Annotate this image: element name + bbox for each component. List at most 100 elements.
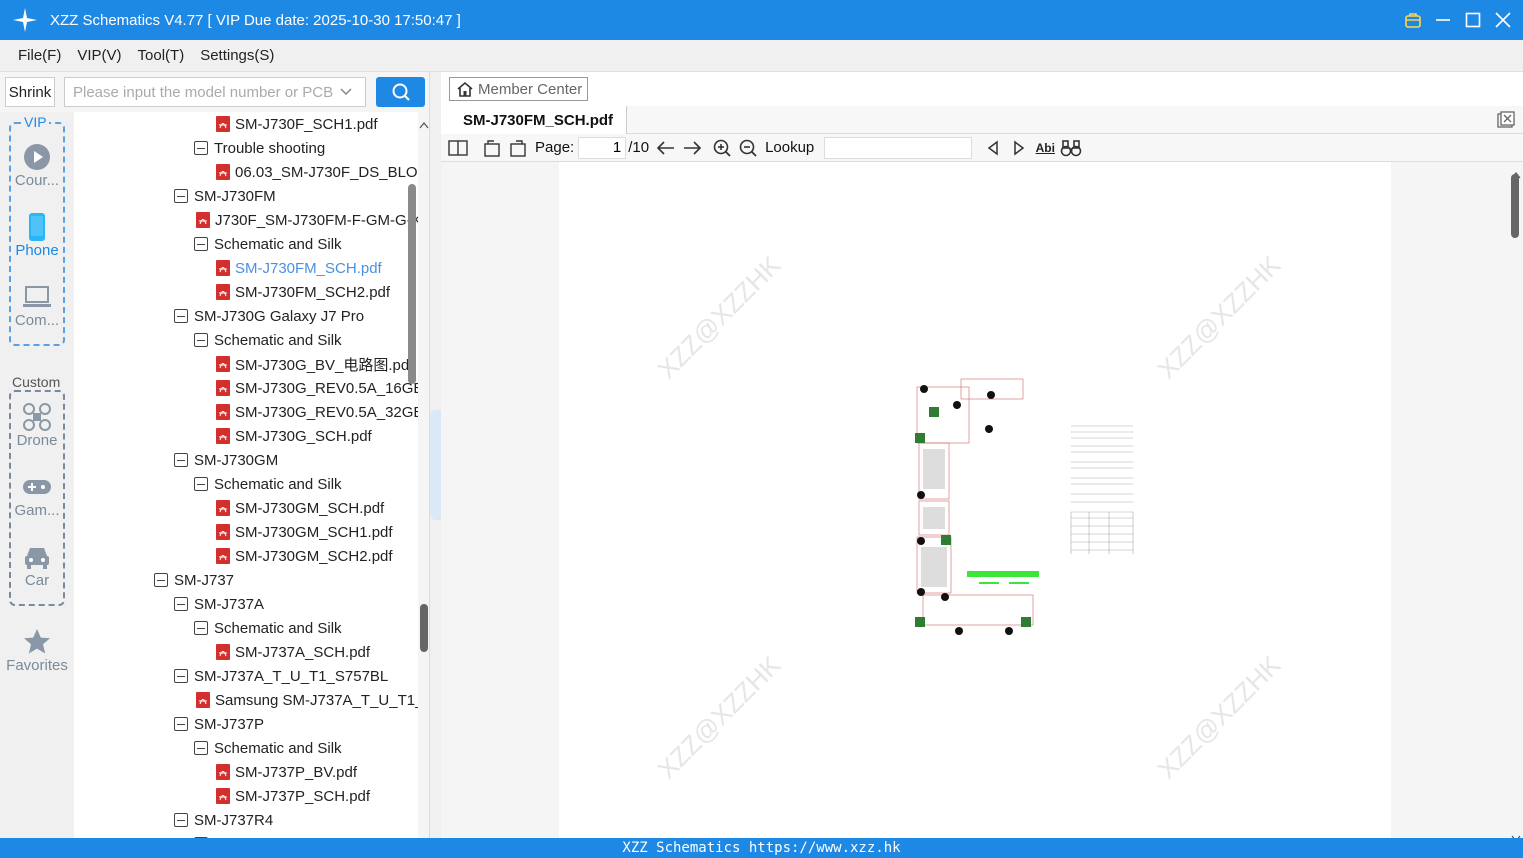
match-case-icon[interactable]: Abi: [1032, 136, 1058, 160]
tree-folder-item[interactable]: SM-J730G Galaxy J7 Pro: [174, 304, 364, 328]
close-button[interactable]: [1493, 10, 1513, 30]
tree-item-label: SM-J737R4: [194, 811, 274, 829]
tree-file-item[interactable]: SM-J730G_REV0.5A_32GB_: [216, 400, 418, 424]
menu-file[interactable]: File(F): [10, 47, 69, 64]
tree-file-item[interactable]: SM-J730FM_SCH2.pdf: [216, 280, 390, 304]
tree-folder-item[interactable]: SM-J737A: [174, 592, 264, 616]
minimize-button[interactable]: [1433, 10, 1453, 30]
tree-file-item[interactable]: SM-J737A_SCH.pdf: [216, 640, 370, 664]
tab-document[interactable]: SM-J730FM_SCH.pdf: [441, 106, 627, 134]
status-bar: XZZ Schematics https://www.xzz.hk: [0, 838, 1523, 858]
collapse-icon[interactable]: [174, 309, 188, 323]
left-panel: Shrink VIP Cour... Phone Com...: [0, 72, 430, 838]
collapse-icon[interactable]: [174, 597, 188, 611]
tree-file-item[interactable]: SM-J730G_REV0.5A_16GB_: [216, 376, 418, 400]
vip-label: VIP: [22, 114, 49, 130]
close-tabs-icon[interactable]: [1497, 111, 1515, 129]
tree-folder-item[interactable]: SM-J737R4: [174, 808, 273, 832]
category-car[interactable]: Car: [0, 542, 74, 589]
pdf-viewer[interactable]: XZZ@XZZHK XZZ@XZZHK XZZ@XZZHK XZZ@XZZHK: [441, 162, 1523, 838]
find-next-icon[interactable]: [1006, 136, 1032, 160]
tree-file-item[interactable]: SM-J730G_SCH.pdf: [216, 424, 372, 448]
tree-folder-item[interactable]: SM-J730FM: [174, 184, 276, 208]
sidebar-toggle-icon[interactable]: [445, 136, 471, 160]
find-previous-icon[interactable]: [980, 136, 1006, 160]
lookup-input[interactable]: [824, 136, 973, 159]
tree-file-item[interactable]: SM-J737P_BV.pdf: [216, 760, 357, 784]
tree-item-label: Samsung SM-J737A_T_U_T1_: [215, 691, 418, 709]
tree-file-item[interactable]: SM-J730GM_SCH.pdf: [216, 496, 384, 520]
pdf-file-icon: [216, 380, 230, 396]
menu-tool[interactable]: Tool(T): [130, 47, 193, 64]
tree-folder-item[interactable]: Schematic and Silk: [194, 616, 342, 640]
collapse-icon[interactable]: [194, 141, 208, 155]
tree-file-item[interactable]: SM-J730G_BV_电路图.pdf: [216, 352, 413, 376]
tree-item-label: SM-J737P_BV.pdf: [235, 763, 358, 781]
laptop-icon: [0, 282, 74, 312]
tree-folder-item[interactable]: SM-J737P: [174, 712, 264, 736]
collapse-icon[interactable]: [194, 237, 208, 251]
shrink-button[interactable]: Shrink: [5, 77, 55, 107]
tree-file-item[interactable]: Samsung SM-J737A_T_U_T1_: [196, 688, 418, 712]
tree-folder-item[interactable]: Schematic and Silk: [194, 328, 342, 352]
category-computer[interactable]: Com...: [0, 282, 74, 329]
panel-scrollbar-thumb[interactable]: [420, 604, 428, 652]
collapse-icon[interactable]: [194, 621, 208, 635]
collapse-icon[interactable]: [194, 477, 208, 491]
tree-file-item[interactable]: J730F_SM-J730FM-F-GM-G-K: [196, 208, 418, 232]
tree-item-label: SM-J730FM: [194, 187, 276, 205]
category-drone[interactable]: Drone: [0, 402, 74, 449]
category-phone[interactable]: Phone: [0, 212, 74, 259]
tree-folder-item[interactable]: SM-J737: [154, 568, 234, 592]
collapse-icon[interactable]: [154, 573, 168, 587]
tree-folder-item[interactable]: Schematic and Silk: [194, 232, 342, 256]
vip-bag-icon[interactable]: [1403, 10, 1423, 30]
scroll-up-icon[interactable]: [419, 116, 429, 133]
collapse-icon[interactable]: [194, 741, 208, 755]
tree-folder-item[interactable]: Schematic and Silk: [194, 472, 342, 496]
member-center-button[interactable]: Member Center: [449, 77, 588, 101]
search-combo[interactable]: [64, 77, 366, 107]
viewer-toolbar: Page: /10 Lookup Abi: [441, 134, 1523, 162]
menu-settings[interactable]: Settings(S): [192, 47, 282, 64]
category-car-label: Car: [24, 572, 50, 589]
viewer-scrollbar-thumb[interactable]: [1511, 174, 1519, 238]
tree-item-label: Schematic and Silk: [214, 739, 342, 757]
zoom-out-icon[interactable]: [735, 136, 761, 160]
binoculars-icon[interactable]: [1058, 136, 1084, 160]
tree-file-item[interactable]: SM-J730GM_SCH1.pdf: [216, 520, 393, 544]
tree-file-item[interactable]: SM-J737P_SCH.pdf: [216, 784, 370, 808]
collapse-icon[interactable]: [174, 453, 188, 467]
collapse-icon[interactable]: [174, 717, 188, 731]
tree-file-item[interactable]: SM-J730F_SCH1.pdf: [216, 112, 378, 136]
tree-file-item[interactable]: SM-J730FM_SCH.pdf: [216, 256, 382, 280]
category-favorites[interactable]: Favorites: [0, 627, 74, 674]
viewer-scroll-down-icon[interactable]: [1511, 830, 1521, 838]
prev-page-icon[interactable]: [653, 136, 679, 160]
collapse-icon[interactable]: [174, 189, 188, 203]
rotate-right-icon[interactable]: [505, 136, 531, 160]
search-input[interactable]: [73, 83, 335, 101]
collapse-icon[interactable]: [174, 813, 188, 827]
pdf-file-icon: [216, 500, 230, 516]
tree-folder-item[interactable]: SM-J730GM: [174, 448, 278, 472]
tree-scrollbar-thumb[interactable]: [408, 184, 416, 384]
tree-folder-item[interactable]: Schematic and Silk: [194, 736, 342, 760]
collapse-icon[interactable]: [194, 333, 208, 347]
phone-icon: [0, 212, 74, 242]
chevron-down-icon[interactable]: [335, 87, 357, 97]
tree-file-item[interactable]: 06.03_SM-J730F_DS_BLOCK: [216, 160, 418, 184]
tree-file-item[interactable]: SM-J730GM_SCH2.pdf: [216, 544, 393, 568]
maximize-button[interactable]: [1463, 10, 1483, 30]
page-number-input[interactable]: [578, 136, 627, 159]
collapse-icon[interactable]: [174, 669, 188, 683]
tree-folder-item[interactable]: Trouble shooting: [194, 136, 325, 160]
rotate-left-icon[interactable]: [479, 136, 505, 160]
category-game[interactable]: Gam...: [0, 472, 74, 519]
next-page-icon[interactable]: [679, 136, 705, 160]
menu-vip[interactable]: VIP(V): [69, 47, 129, 64]
tree-folder-item[interactable]: SM-J737A_T_U_T1_S757BL: [174, 664, 388, 688]
category-course[interactable]: Cour...: [0, 142, 74, 189]
search-button[interactable]: [376, 77, 425, 107]
zoom-in-icon[interactable]: [709, 136, 735, 160]
